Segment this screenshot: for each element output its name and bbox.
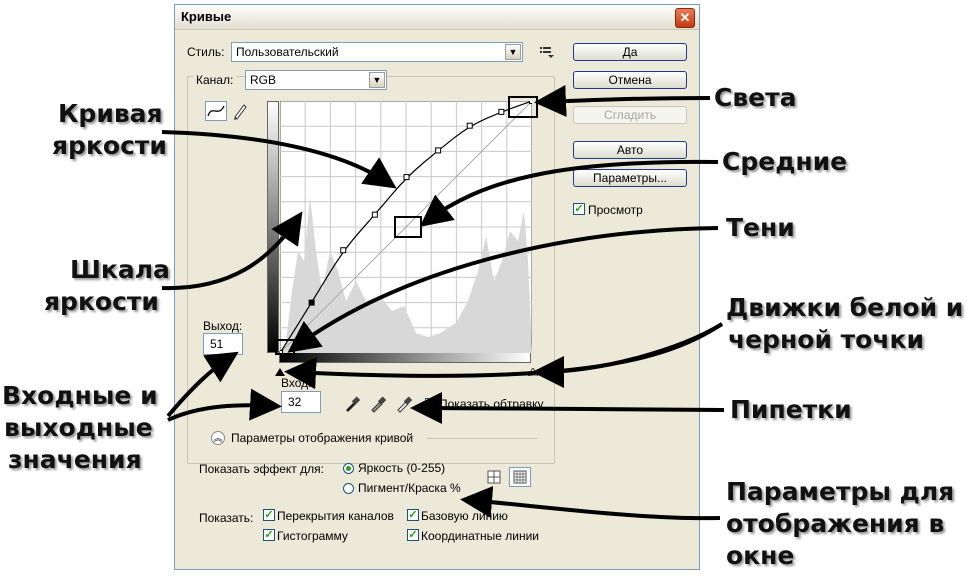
- arrow-shadows: [287, 226, 719, 353]
- arrow-midtones: [419, 159, 719, 227]
- arrow-scale: [161, 211, 303, 291]
- arrow-highlights: [534, 85, 711, 117]
- callout-arrows: [161, 85, 725, 521]
- midtones-marker: [394, 216, 422, 238]
- arrow-display: [460, 485, 721, 521]
- arrow-input: [167, 388, 282, 422]
- arrow-droppers: [410, 392, 725, 425]
- arrow-curve: [161, 130, 397, 189]
- highlights-marker: [508, 96, 538, 118]
- shadows-marker: [275, 339, 295, 355]
- arrow-white-slider: [532, 322, 724, 388]
